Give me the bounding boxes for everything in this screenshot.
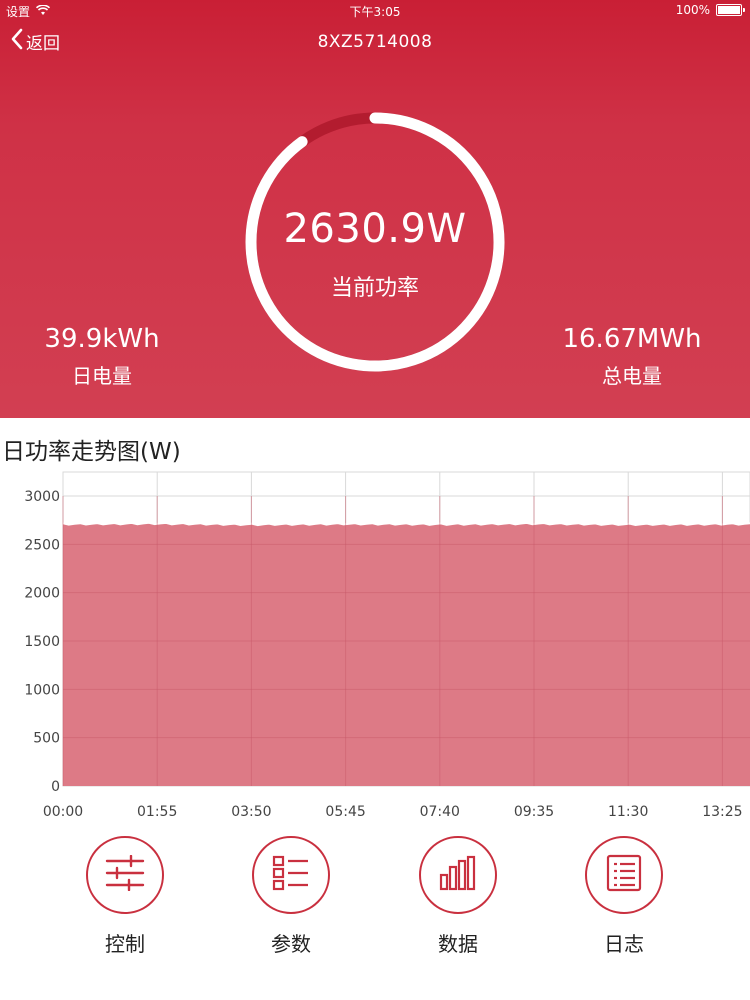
nav-bar: 返回 8XZ5714008 — [0, 22, 750, 62]
log-button[interactable]: 日志 — [564, 836, 684, 957]
daily-energy-label: 日电量 — [72, 364, 132, 388]
x-tick-label: 13:25 — [702, 804, 742, 820]
y-tick-label: 2000 — [24, 586, 60, 602]
parameters-label: 参数 — [271, 932, 311, 956]
y-tick-label: 1000 — [24, 682, 60, 698]
total-energy-value: 16.67MWh — [562, 324, 702, 354]
x-tick-label: 03:50 — [231, 804, 271, 820]
parameters-circle[interactable] — [252, 836, 330, 914]
x-tick-label: 01:55 — [137, 804, 177, 820]
parameters-button[interactable]: 参数 — [231, 836, 351, 957]
total-energy-label: 总电量 — [602, 364, 662, 388]
x-tick-label: 09:35 — [514, 804, 554, 820]
y-tick-label: 0 — [51, 779, 60, 795]
battery-percent: 100% — [675, 3, 710, 17]
page-title: 8XZ5714008 — [317, 32, 433, 52]
x-tick-label: 00:00 — [43, 804, 83, 820]
y-tick-label: 500 — [33, 731, 60, 747]
current-power-value: 2630.9W — [283, 206, 467, 252]
log-icon — [606, 854, 642, 896]
y-tick-label: 2500 — [24, 537, 60, 553]
status-time: 下午3:05 — [349, 5, 401, 19]
control-label: 控制 — [105, 932, 145, 956]
x-tick-label: 05:45 — [325, 804, 365, 820]
daily-energy-value: 39.9kWh — [44, 324, 160, 354]
data-label: 数据 — [438, 932, 478, 956]
sliders-icon — [105, 854, 145, 895]
control-circle[interactable] — [86, 836, 164, 914]
power-area — [63, 522, 750, 786]
log-label: 日志 — [604, 932, 644, 956]
x-tick-label: 11:30 — [608, 804, 648, 820]
daily-energy: 39.9kWh 日电量 — [2, 324, 202, 389]
status-bar: 设置 下午3:05 100% — [0, 0, 750, 22]
power-trend-chart: 0 500 1000 1500 2000 2500 3000 00:00 01:55 03:50 0… — [24, 471, 750, 820]
x-tick-label: 07:40 — [420, 804, 460, 820]
total-energy: 16.67MWh 总电量 — [532, 324, 732, 389]
log-circle[interactable] — [585, 836, 663, 914]
chart-title: 日功率走势图(W) — [2, 439, 181, 465]
bar-chart-icon — [439, 855, 477, 895]
action-bar: 控制 参数 数据 日志 — [0, 836, 750, 966]
list-icon — [272, 855, 310, 895]
current-power-label: 当前功率 — [330, 276, 419, 301]
hero-panel: 设置 下午3:05 100% 返回 8XZ5714008 2630.9W 当前功… — [0, 0, 750, 418]
data-button[interactable]: 数据 — [398, 836, 518, 957]
data-circle[interactable] — [419, 836, 497, 914]
battery-icon — [716, 4, 745, 16]
y-tick-label: 3000 — [24, 489, 60, 505]
control-button[interactable]: 控制 — [65, 836, 185, 957]
y-tick-label: 1500 — [24, 634, 60, 650]
